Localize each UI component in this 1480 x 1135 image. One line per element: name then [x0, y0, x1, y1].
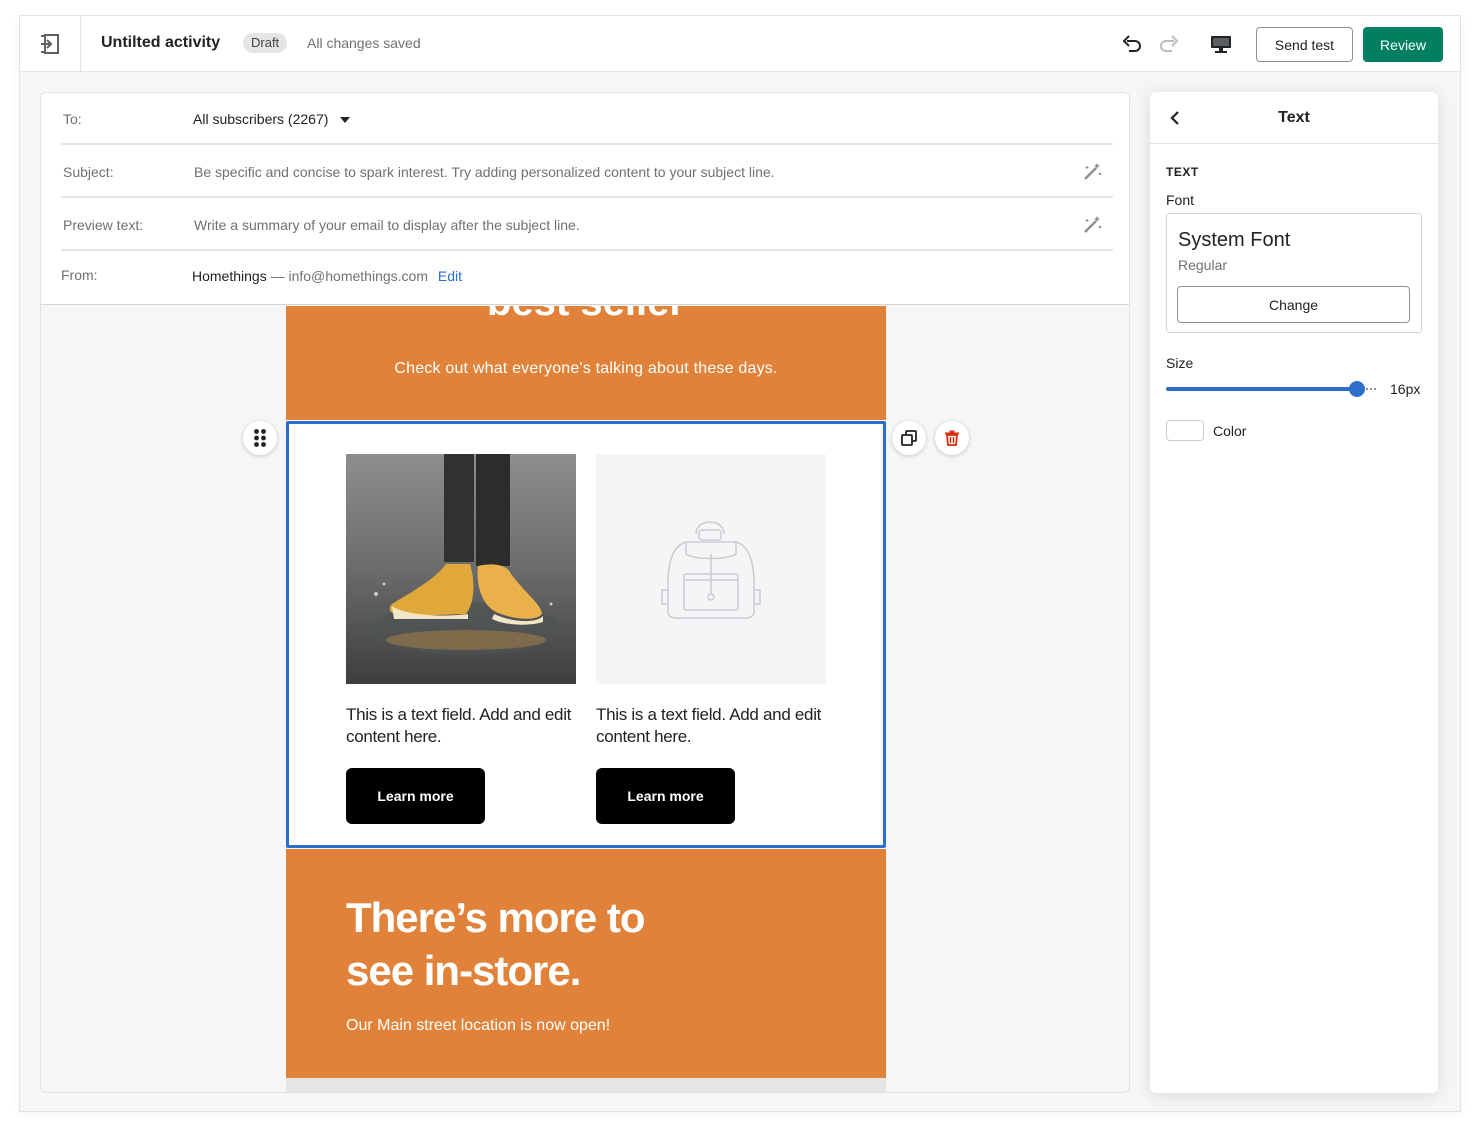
to-row: To: All subscribers (2267) — [61, 93, 1113, 145]
from-name: Homethings — [192, 268, 267, 284]
trash-icon — [945, 430, 959, 446]
preview-text-row: Preview text: Write a summary of your em… — [61, 198, 1113, 251]
delete-block-button[interactable] — [935, 421, 969, 455]
duplicate-block-button[interactable] — [892, 421, 926, 455]
email-editor: To: All subscribers (2267) Subject: Be s… — [40, 92, 1130, 1093]
save-status: All changes saved — [307, 35, 421, 51]
from-row: From: Homethings — info@homethings.com E… — [61, 251, 1113, 304]
recipients-select[interactable]: All subscribers (2267) — [193, 111, 351, 127]
review-button[interactable]: Review — [1363, 27, 1443, 62]
product-text[interactable]: This is a text field. Add and edit conte… — [346, 704, 576, 748]
product-image-sneakers[interactable] — [346, 454, 576, 684]
product-block-selected[interactable]: This is a text field. Add and edit conte… — [286, 421, 886, 848]
promo-section[interactable]: There’s more to see in-store. Our Main s… — [286, 849, 886, 1078]
duplicate-icon — [901, 430, 917, 446]
caret-down-icon — [340, 117, 351, 124]
font-style: Regular — [1178, 257, 1228, 273]
edit-sender-link[interactable]: Edit — [438, 268, 462, 284]
panel-title: Text — [1278, 109, 1310, 126]
section-heading: TEXT — [1166, 165, 1199, 179]
from-label: From: — [61, 267, 98, 283]
product-text[interactable]: This is a text field. Add and edit conte… — [596, 704, 826, 748]
subject-label: Subject: — [63, 164, 114, 180]
size-slider-thumb[interactable] — [1349, 381, 1365, 397]
top-bar: Untilted activity Draft All changes save… — [20, 16, 1460, 72]
email-editor-app: Untilted activity Draft All changes save… — [20, 16, 1460, 1111]
exit-icon — [41, 34, 59, 54]
size-slider-track[interactable] — [1166, 387, 1358, 391]
recipients-value: All subscribers (2267) — [193, 111, 329, 127]
font-picker: System Font Regular Change — [1166, 213, 1422, 333]
font-label: Font — [1166, 192, 1195, 208]
magic-wand-icon[interactable] — [1081, 214, 1103, 236]
panel-header: Text — [1150, 92, 1438, 144]
learn-more-button[interactable]: Learn more — [596, 768, 735, 824]
color-label: Color — [1213, 423, 1247, 439]
send-test-button[interactable]: Send test — [1256, 27, 1353, 62]
size-value: 16px — [1390, 381, 1421, 397]
status-badge: Draft — [243, 33, 288, 53]
color-swatch[interactable] — [1166, 420, 1204, 441]
backpack-placeholder-icon — [661, 521, 761, 619]
activity-title: Untilted activity — [101, 34, 221, 51]
drag-handle-icon — [254, 429, 266, 447]
text-settings-panel: Text TEXT Font System Font Regular Chang… — [1150, 92, 1438, 1093]
magic-wand-icon[interactable] — [1081, 161, 1103, 183]
promo-title: There’s more to see in-store. — [346, 894, 646, 994]
hero-title: best seller — [286, 306, 886, 325]
preview-text-label: Preview text: — [63, 217, 144, 233]
subject-input[interactable]: Be specific and concise to spark interes… — [194, 164, 1054, 180]
subject-row: Subject: Be specific and concise to spar… — [61, 145, 1113, 198]
hero-section[interactable]: best seller Check out what everyone's ta… — [286, 306, 886, 420]
desktop-preview-button[interactable] — [1207, 30, 1235, 58]
size-label: Size — [1166, 355, 1194, 371]
desktop-icon — [1211, 36, 1231, 53]
promo-subtitle: Our Main street location is now open! — [346, 1017, 611, 1034]
learn-more-button[interactable]: Learn more — [346, 768, 485, 824]
hero-subtitle: Check out what everyone's talking about … — [394, 360, 778, 377]
font-name: System Font — [1178, 229, 1291, 251]
preview-text-input[interactable]: Write a summary of your email to display… — [194, 217, 1054, 233]
from-email: info@homethings.com — [288, 268, 428, 284]
from-value: Homethings — info@homethings.com Edit — [192, 268, 462, 284]
drag-handle[interactable] — [243, 421, 277, 455]
product-image-placeholder[interactable] — [596, 454, 826, 684]
change-font-button[interactable]: Change — [1177, 286, 1410, 323]
redo-icon — [1160, 35, 1179, 52]
from-separator: — — [266, 268, 289, 284]
exit-button[interactable] — [20, 16, 81, 72]
product-card: This is a text field. Add and edit conte… — [596, 454, 826, 824]
email-meta-fields: To: All subscribers (2267) Subject: Be s… — [41, 93, 1129, 305]
undo-icon — [1122, 35, 1141, 52]
email-canvas: best seller Check out what everyone's ta… — [41, 306, 1129, 1092]
undo-button[interactable] — [1118, 30, 1146, 58]
product-card: This is a text field. Add and edit conte… — [346, 454, 576, 824]
sneakers-photo — [346, 454, 576, 684]
email-footer-strip — [286, 1078, 886, 1092]
redo-button[interactable] — [1155, 30, 1183, 58]
to-label: To: — [63, 111, 82, 127]
